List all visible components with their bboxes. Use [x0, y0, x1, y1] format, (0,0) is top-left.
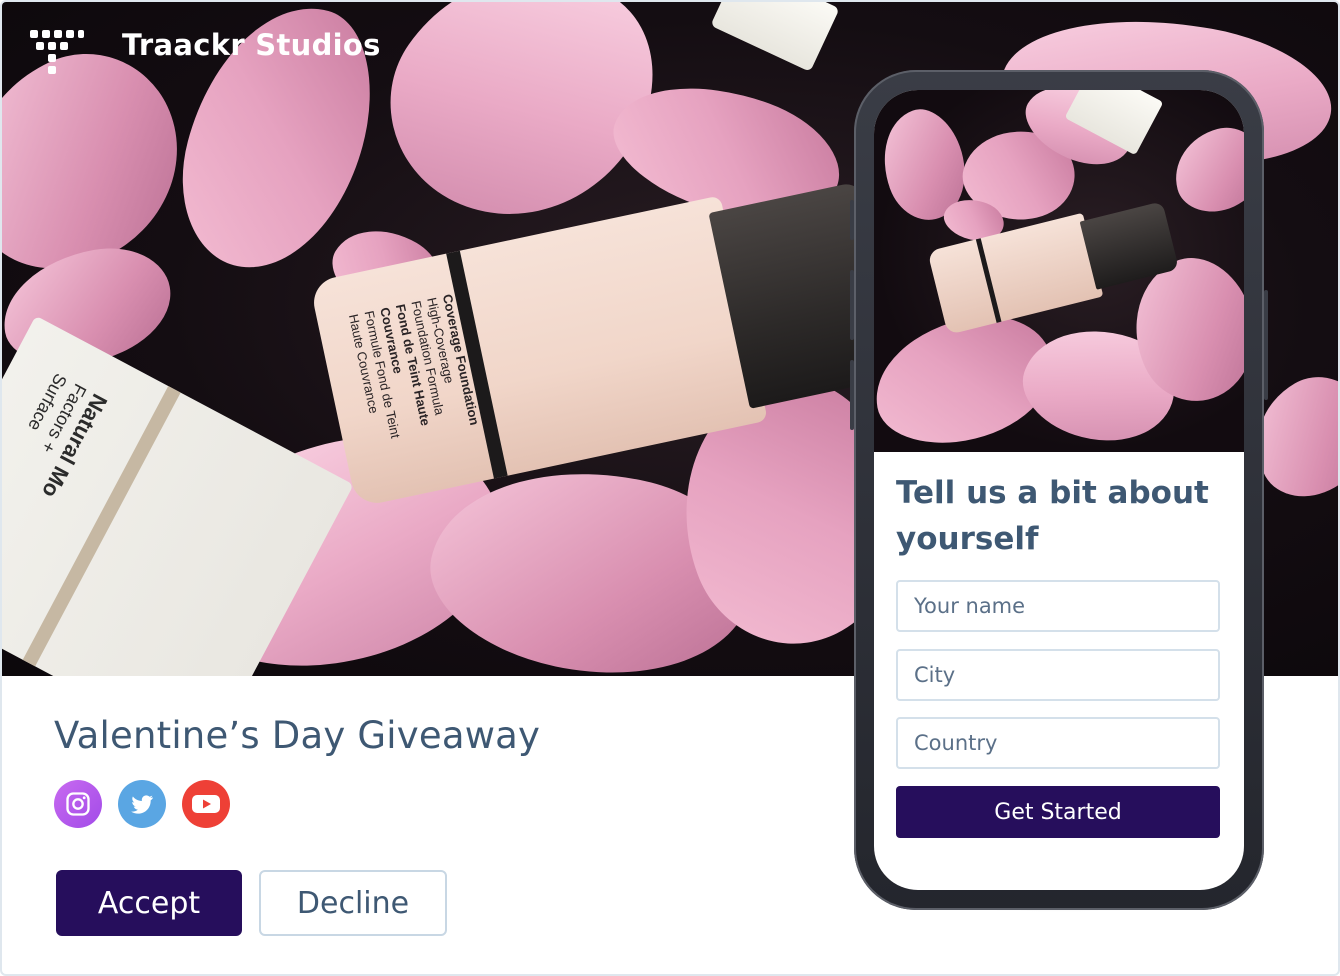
form-title: Tell us a bit about yourself — [896, 475, 1209, 557]
phone-side-button — [850, 270, 854, 340]
campaign-title: Valentine’s Day Giveaway — [54, 714, 541, 757]
city-input[interactable] — [896, 649, 1220, 701]
get-started-button[interactable]: Get Started — [896, 786, 1220, 838]
instagram-glyph — [66, 792, 90, 816]
brand-name: Traackr Studios — [122, 28, 381, 62]
traackr-logo-icon — [28, 26, 84, 74]
twitter-icon[interactable] — [118, 780, 166, 828]
decline-button[interactable]: Decline — [259, 870, 447, 936]
phone-side-button — [850, 360, 854, 430]
phone-mockup: Tell us a bit about yourself Get Started — [850, 70, 1268, 910]
twitter-glyph — [131, 795, 153, 814]
phone-side-button — [850, 200, 854, 240]
product-cap — [710, 2, 840, 72]
youtube-icon[interactable] — [182, 780, 230, 828]
accept-button[interactable]: Accept — [56, 870, 242, 936]
campaign-card: Natural Mo Factors + Surface Coverage Fo… — [0, 0, 1340, 976]
phone-screen: Tell us a bit about yourself Get Started — [874, 90, 1244, 890]
name-input[interactable] — [896, 580, 1220, 632]
phone-hero-image — [874, 90, 1244, 452]
youtube-glyph — [192, 795, 220, 813]
instagram-icon[interactable] — [54, 780, 102, 828]
phone-side-button — [1264, 290, 1268, 400]
country-input[interactable] — [896, 717, 1220, 769]
